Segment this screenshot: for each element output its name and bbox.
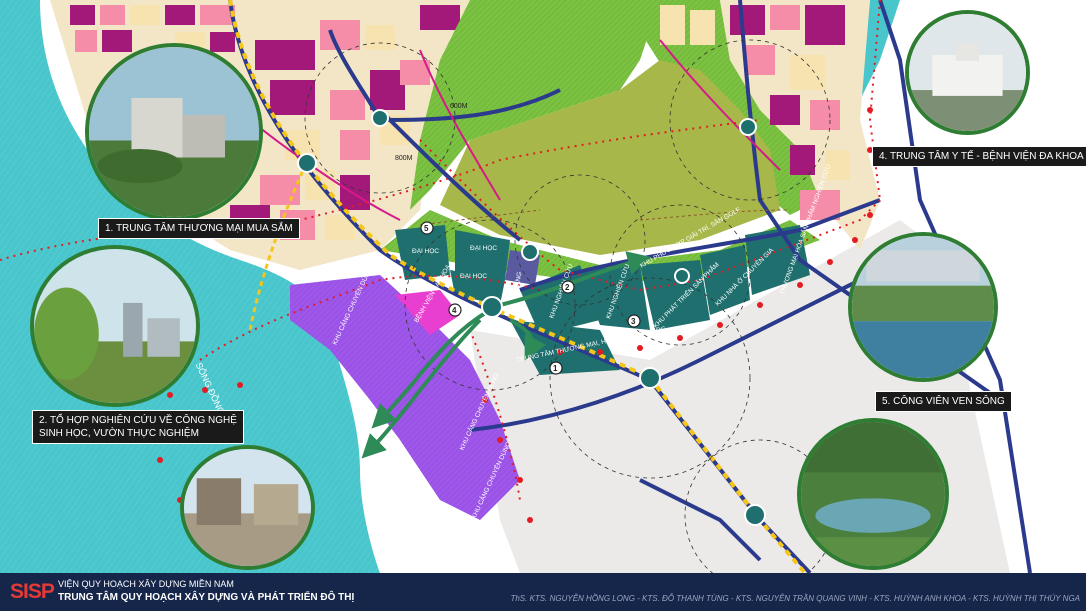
footer-bar: SISP VIỆN QUY HOẠCH XÂY DỰNG MIỀN NAM TR… bbox=[0, 573, 1086, 611]
marker-5-text: 5 bbox=[424, 224, 429, 233]
callout-research-complex: 2. TỔ HỢP NGHIÊN CỨU VỀ CÔNG NGHỆ SINH H… bbox=[32, 410, 244, 444]
photo-hospital bbox=[905, 10, 1030, 135]
marker-4[interactable]: 4 bbox=[448, 303, 462, 317]
dist-600-label: 600M bbox=[450, 103, 468, 110]
sisp-logo: SISP bbox=[10, 580, 55, 603]
zone-dai-hoc-3: ĐẠI HỌC bbox=[460, 273, 487, 280]
callout-research-line1: 2. TỔ HỢP NGHIÊN CỨU VỀ CÔNG NGHỆ bbox=[39, 415, 237, 426]
photo-riverside-park-aerial bbox=[848, 232, 998, 382]
photo-commercial-street bbox=[180, 445, 315, 570]
marker-3[interactable]: 3 bbox=[627, 314, 641, 328]
photo-riverside-park bbox=[797, 418, 949, 570]
marker-5[interactable]: 5 bbox=[420, 221, 434, 235]
org-name-2: TRUNG TÂM QUY HOẠCH XÂY DỰNG VÀ PHÁT TRI… bbox=[58, 592, 355, 603]
zone-dai-hoc-2: ĐẠI HỌC bbox=[470, 245, 497, 252]
callout-shopping-center: 1. TRUNG TÂM THƯƠNG MẠI MUA SẮM bbox=[98, 218, 300, 239]
marker-4-text: 4 bbox=[452, 306, 457, 315]
marker-2[interactable]: 2 bbox=[561, 280, 575, 294]
callout-hospital: 4. TRUNG TÂM Y TẾ - BỆNH VIỆN ĐA KHOA bbox=[872, 146, 1086, 167]
callout-riverside-park: 5. CÔNG VIÊN VEN SÔNG bbox=[875, 391, 1012, 412]
masterplan-slide: ĐẠI HỌC ĐẠI HỌC ĐẠI HỌC KHU NGHIÊN CỨU K… bbox=[0, 0, 1086, 611]
dist-800-label: 800M bbox=[395, 155, 413, 162]
photo-research-complex bbox=[30, 245, 200, 407]
marker-1[interactable]: 1 bbox=[549, 361, 563, 375]
org-name-1: VIỆN QUY HOẠCH XÂY DỰNG MIỀN NAM bbox=[58, 579, 234, 589]
zone-dai-hoc-1: ĐẠI HỌC bbox=[412, 248, 439, 255]
marker-1-text: 1 bbox=[553, 364, 558, 373]
photo-shopping-center bbox=[85, 43, 263, 221]
callout-research-line2: SINH HỌC, VƯỜN THỰC NGHIỆM bbox=[39, 428, 199, 439]
authors-credit: ThS. KTS. NGUYỄN HỒNG LONG - KTS. ĐỖ THA… bbox=[510, 594, 1080, 603]
marker-2-text: 2 bbox=[565, 283, 570, 292]
marker-3-text: 3 bbox=[631, 317, 636, 326]
